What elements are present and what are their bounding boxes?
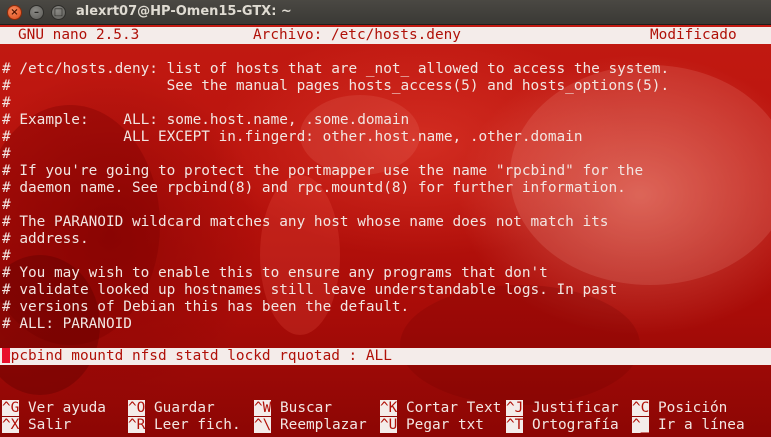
shortcut-save[interactable]: ^O Guardar (128, 400, 215, 417)
text-line[interactable]: # If you're going to protect the portmap… (2, 163, 643, 180)
shortcut-help[interactable]: ^G Ver ayuda (2, 400, 106, 417)
text-line[interactable]: # (2, 146, 11, 163)
shortcut-key: ^\ (254, 417, 272, 433)
shortcut-label: Pegar txt (406, 417, 484, 433)
shortcut-key: ^R (128, 417, 146, 433)
shortcut-justify[interactable]: ^J Justificar (506, 400, 619, 417)
text-line[interactable]: # ALL: PARANOID (2, 316, 132, 333)
edit-line-text[interactable]: rpcbind mountd nfsd statd lockd rquotad … (2, 348, 392, 365)
text-line[interactable]: # validate looked up hostnames still lea… (2, 282, 617, 299)
nano-filename: Archivo: /etc/hosts.deny (253, 27, 461, 43)
text-line[interactable]: # (2, 197, 11, 214)
text-line[interactable]: # address. (2, 231, 89, 248)
text-line[interactable]: # Example: ALL: some.host.name, .some.do… (2, 112, 409, 129)
current-edit-line[interactable]: rpcbind mountd nfsd statd lockd rquotad … (0, 348, 771, 365)
shortcut-key: ^U (380, 417, 398, 433)
text-line[interactable]: # See the manual pages hosts_access(5) a… (2, 78, 669, 95)
shortcut-label: Leer fich. (154, 417, 241, 433)
maximize-icon[interactable]: □ (51, 5, 66, 20)
terminal-area[interactable]: GNU nano 2.5.3 Archivo: /etc/hosts.deny … (0, 25, 771, 437)
shortcut-exit[interactable]: ^X Salir (2, 417, 71, 434)
minimize-icon[interactable]: – (29, 5, 44, 20)
shortcut-label: Ir a línea (658, 417, 745, 433)
shortcut-read-file[interactable]: ^R Leer fich. (128, 417, 241, 434)
close-icon[interactable]: × (7, 5, 22, 20)
shortcut-paste[interactable]: ^U Pegar txt (380, 417, 484, 434)
text-line[interactable]: # You may wish to enable this to ensure … (2, 265, 548, 282)
shortcut-key: ^_ (632, 417, 650, 433)
text-line[interactable]: # versions of Debian this has been the d… (2, 299, 409, 316)
text-line[interactable]: # ALL EXCEPT in.fingerd: other.host.name… (2, 129, 582, 146)
text-line[interactable]: # (2, 95, 11, 112)
text-line[interactable]: # /etc/hosts.deny: list of hosts that ar… (2, 61, 669, 78)
shortcut-key: ^W (254, 400, 272, 416)
window-titlebar: × – □ alexrt07@HP-Omen15-GTX: ~ (0, 0, 771, 25)
shortcut-replace[interactable]: ^\ Reemplazar (254, 417, 367, 434)
nano-header-bar: GNU nano 2.5.3 Archivo: /etc/hosts.deny … (0, 27, 771, 44)
shortcut-label: Cortar Text (406, 400, 502, 416)
shortcut-label: Reemplazar (280, 417, 367, 433)
shortcut-cut[interactable]: ^K Cortar Text (380, 400, 501, 417)
text-line[interactable]: # (2, 248, 11, 265)
shortcut-position[interactable]: ^C Posición (632, 400, 727, 417)
shortcut-key: ^T (506, 417, 524, 433)
shortcut-spell[interactable]: ^T Ortografía (506, 417, 619, 434)
nano-modified-status: Modificado (650, 27, 737, 43)
shortcut-label: Buscar (280, 400, 332, 416)
shortcut-key: ^J (506, 400, 524, 416)
shortcut-key: ^C (632, 400, 650, 416)
shortcut-label: Ortografía (532, 417, 619, 433)
shortcut-label: Salir (28, 417, 72, 433)
shortcut-label: Guardar (154, 400, 215, 416)
shortcut-label: Ver ayuda (28, 400, 106, 416)
shortcut-key: ^X (2, 417, 20, 433)
shortcut-key: ^K (380, 400, 398, 416)
shortcut-search[interactable]: ^W Buscar (254, 400, 332, 417)
shortcut-goto-line[interactable]: ^_ Ir a línea (632, 417, 745, 434)
window-title: alexrt07@HP-Omen15-GTX: ~ (76, 4, 292, 19)
shortcut-key: ^O (128, 400, 146, 416)
text-line[interactable]: # daemon name. See rpcbind(8) and rpc.mo… (2, 180, 626, 197)
text-line[interactable]: # The PARANOID wildcard matches any host… (2, 214, 608, 231)
shortcut-label: Justificar (532, 400, 619, 416)
shortcut-key: ^G (2, 400, 20, 416)
nano-version: GNU nano 2.5.3 (18, 27, 140, 43)
text-cursor (2, 348, 10, 363)
shortcut-label: Posición (658, 400, 728, 416)
